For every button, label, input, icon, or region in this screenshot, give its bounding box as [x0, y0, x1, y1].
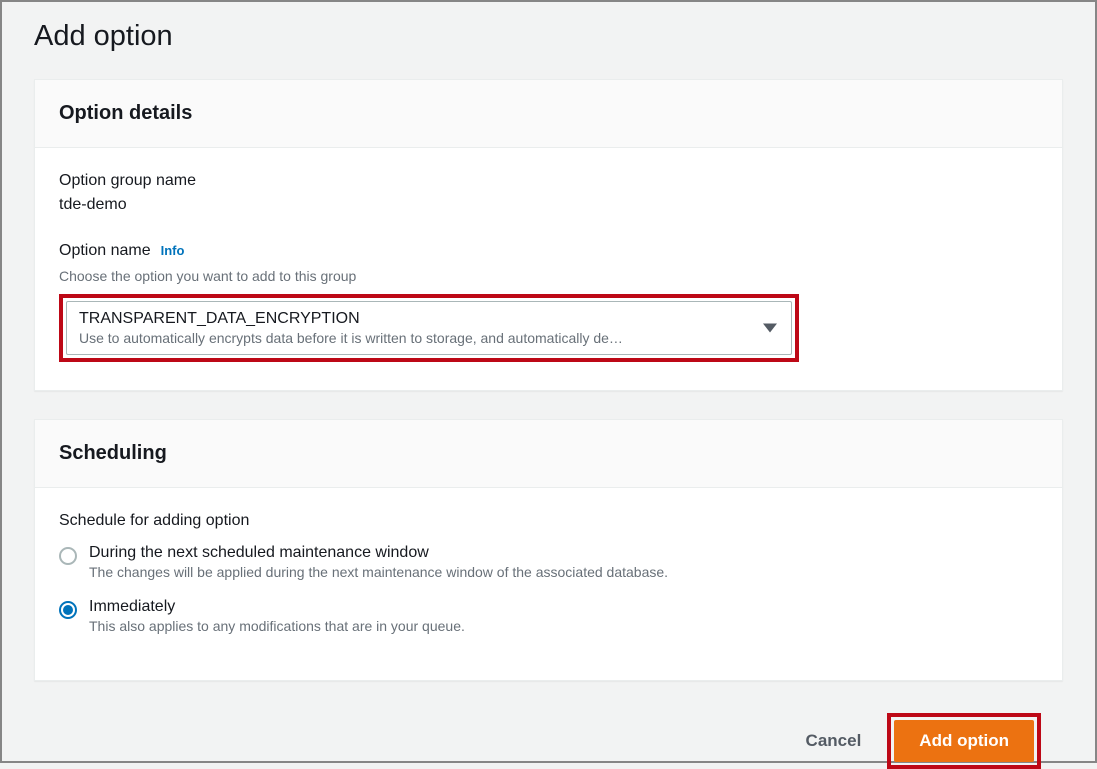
schedule-option-immediately[interactable]: Immediately This also applies to any mod… [59, 598, 1038, 634]
scheduling-header: Scheduling [35, 420, 1062, 488]
option-details-header: Option details [35, 80, 1062, 148]
option-group-name-label: Option group name [59, 172, 1038, 190]
schedule-option-desc: This also applies to any modifications t… [89, 618, 465, 634]
option-name-hint: Choose the option you want to add to thi… [59, 268, 1038, 284]
schedule-option-maintenance[interactable]: During the next scheduled maintenance wi… [59, 544, 1038, 580]
option-name-selected-title: TRANSPARENT_DATA_ENCRYPTION [79, 310, 751, 328]
schedule-heading: Schedule for adding option [59, 512, 1038, 530]
option-details-title: Option details [59, 102, 1038, 125]
option-name-select[interactable]: TRANSPARENT_DATA_ENCRYPTION Use to autom… [66, 301, 792, 355]
option-group-name-value: tde-demo [59, 196, 1038, 214]
schedule-option-label: During the next scheduled maintenance wi… [89, 544, 668, 562]
add-option-button-highlight: Add option [887, 713, 1041, 769]
schedule-radio-group: During the next scheduled maintenance wi… [59, 544, 1038, 634]
option-name-select-highlight: TRANSPARENT_DATA_ENCRYPTION Use to autom… [59, 294, 799, 362]
cancel-button[interactable]: Cancel [800, 721, 868, 761]
scheduling-title: Scheduling [59, 442, 1038, 465]
chevron-down-icon [763, 324, 777, 333]
add-option-button[interactable]: Add option [894, 720, 1034, 762]
footer-actions: Cancel Add option [34, 709, 1063, 769]
option-details-panel: Option details Option group name tde-dem… [34, 79, 1063, 391]
radio-icon [59, 547, 77, 565]
schedule-option-label: Immediately [89, 598, 465, 616]
option-name-label: Option name [59, 242, 151, 260]
schedule-option-desc: The changes will be applied during the n… [89, 564, 668, 580]
radio-icon [59, 601, 77, 619]
info-link[interactable]: Info [161, 243, 185, 258]
scheduling-panel: Scheduling Schedule for adding option Du… [34, 419, 1063, 681]
page-title: Add option [34, 20, 1063, 53]
option-name-selected-desc: Use to automatically encrypts data befor… [79, 330, 751, 346]
